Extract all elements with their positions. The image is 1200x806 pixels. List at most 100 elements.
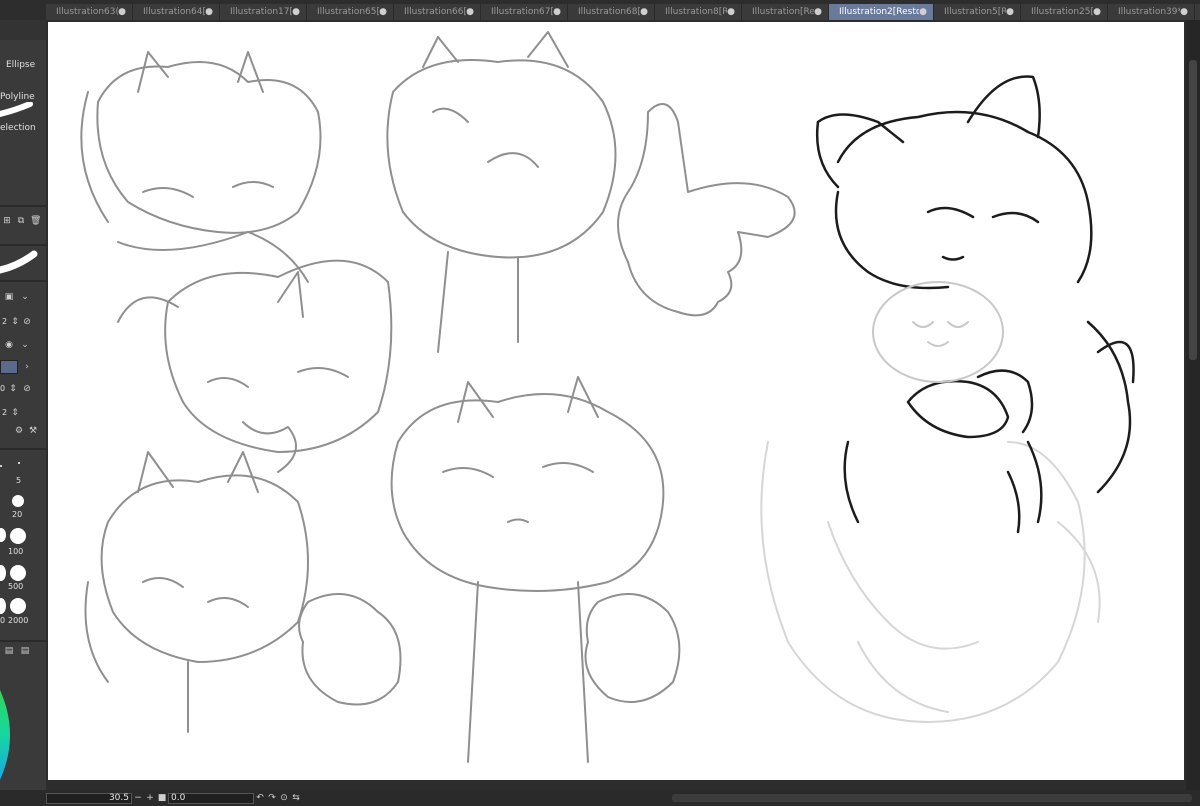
zoom-field[interactable]: 30.5 — [46, 792, 132, 804]
divider — [0, 640, 46, 642]
trash-icon[interactable]: 🗑 — [30, 216, 41, 226]
close-icon[interactable]: ● — [919, 4, 927, 20]
close-icon[interactable]: ● — [1006, 4, 1014, 20]
rotation-field[interactable]: 0.0 — [168, 792, 254, 804]
brush-icon — [0, 250, 38, 274]
settings-icon[interactable]: ⚙ — [14, 426, 24, 436]
brush-size-dot[interactable] — [10, 528, 26, 544]
tab-label: Illustration68[R — [578, 7, 640, 17]
tab-label: Illustration65[R — [317, 7, 379, 17]
tab-illustration67[interactable]: Illustration67[R● — [481, 4, 568, 20]
palette-icon[interactable]: ▤ — [20, 646, 30, 656]
tab-label: Illustration64[R — [143, 7, 205, 17]
scrollbar-thumb[interactable] — [1189, 60, 1197, 360]
brush-size-label: 500 — [8, 582, 24, 591]
close-icon[interactable]: ● — [292, 4, 300, 20]
brush-size-dot[interactable] — [0, 465, 2, 467]
tab-illustration39[interactable]: Illustration39* ● — [1108, 4, 1195, 20]
brush-size-label: 5 — [16, 476, 22, 485]
close-icon[interactable]: ● — [727, 4, 735, 20]
close-icon[interactable]: ● — [1180, 4, 1188, 20]
document-tab-bar: Illustration63(R● Illustration64[R● Illu… — [46, 4, 1200, 20]
brush-size-dot[interactable] — [0, 598, 6, 614]
divider — [0, 244, 46, 246]
close-icon[interactable]: ● — [379, 4, 387, 20]
close-icon[interactable]: ● — [1093, 4, 1101, 20]
color-wheel[interactable] — [0, 680, 20, 790]
divider — [0, 448, 46, 450]
tab-label: Illustration67[R — [491, 7, 553, 17]
color-swatch[interactable] — [0, 360, 18, 374]
brush-size-label: 100 — [8, 547, 24, 556]
tab-label: Illustration2[Restore]* — [839, 7, 919, 17]
status-bar: 30.5 − + ■ 0.0 ↶ ↷ ⊙ ⇆ — [0, 790, 1200, 806]
rotate-right-icon[interactable]: ↷ — [266, 793, 278, 803]
tool-property-panel: Ellipse Polyline election ⊞ ⧉ 🗑 ▣ ⌄ 2 ⇕ … — [0, 20, 46, 806]
blend-icon[interactable]: ▣ — [4, 292, 14, 302]
tab-illustration5[interactable]: Illustration5[Re ● — [934, 4, 1021, 20]
tab-label: Illustration5[Re — [944, 7, 1006, 17]
brush-size-dot[interactable] — [12, 495, 24, 507]
tab-illustration17[interactable]: Illustration17[R● — [220, 4, 307, 20]
close-icon[interactable]: ● — [205, 4, 213, 20]
brush-size-label: 0 — [0, 616, 6, 625]
tab-label: Illustration17[R — [230, 7, 292, 17]
palette-icon[interactable]: ▤ — [4, 646, 14, 656]
layer-icon[interactable]: ⊞ — [2, 216, 12, 226]
tool-selection[interactable]: election — [0, 123, 36, 133]
vertical-scrollbar[interactable] — [1186, 20, 1200, 790]
brush-size-dot[interactable] — [0, 528, 6, 542]
stepper-icon[interactable]: ⇕ — [8, 384, 18, 394]
brush-size-dot[interactable] — [0, 565, 6, 581]
zoom-out-icon[interactable]: − — [132, 793, 144, 803]
close-icon[interactable]: ● — [553, 4, 561, 20]
tab-illustration64[interactable]: Illustration64[R● — [133, 4, 220, 20]
tab-illustration68[interactable]: Illustration68[R● — [568, 4, 655, 20]
close-icon[interactable]: ● — [640, 4, 648, 20]
stepper-icon[interactable]: ⇕ — [10, 408, 20, 418]
tab-label: Illustration66[R — [404, 7, 466, 17]
tab-label: Illustration39* — [1118, 7, 1180, 17]
lock-icon[interactable]: ⊘ — [22, 317, 32, 327]
tab-illustration65[interactable]: Illustration65[R● — [307, 4, 394, 20]
property-value: 0 — [0, 384, 6, 393]
tool-ellipse[interactable]: Ellipse — [6, 60, 35, 70]
tab-illustration[interactable]: Illustration[Resto● — [742, 4, 829, 20]
wrench-icon[interactable]: ⚒ — [28, 426, 38, 436]
brush-size-dot[interactable] — [18, 462, 20, 464]
tab-illustration2-active[interactable]: Illustration2[Restore]*● — [829, 4, 934, 20]
divider — [0, 280, 46, 282]
tab-illustration8[interactable]: Illustration8[R ● — [655, 4, 742, 20]
chevron-down-icon[interactable]: ⌄ — [20, 292, 30, 302]
fit-icon[interactable]: ■ — [156, 793, 168, 803]
tool-polyline[interactable]: Polyline — [0, 92, 35, 102]
brush-size-dot[interactable] — [10, 565, 26, 581]
tab-illustration66[interactable]: Illustration66[R● — [394, 4, 481, 20]
zoom-in-icon[interactable]: + — [144, 793, 156, 803]
tab-label: Illustration[Resto — [752, 7, 814, 17]
close-icon[interactable]: ● — [466, 4, 474, 20]
chevron-down-icon[interactable]: ⌄ — [20, 340, 30, 350]
close-icon[interactable]: ● — [118, 4, 126, 20]
lock-icon[interactable]: ⊘ — [22, 384, 32, 394]
horizontal-scrollbar[interactable] — [672, 794, 1192, 802]
tab-label: Illustration25[R — [1031, 7, 1093, 17]
property-value: 2 — [2, 317, 8, 326]
property-value: 2 — [2, 408, 8, 417]
tab-label: Illustration63(R — [56, 7, 118, 17]
rotate-left-icon[interactable]: ↶ — [254, 793, 266, 803]
panel-header — [0, 20, 46, 40]
chevron-right-icon[interactable]: › — [22, 362, 32, 372]
flip-icon[interactable]: ⇆ — [290, 793, 302, 803]
stepper-icon[interactable]: ⇕ — [10, 317, 20, 327]
brush-size-dot[interactable] — [10, 598, 26, 614]
tab-illustration25[interactable]: Illustration25[R● — [1021, 4, 1108, 20]
copy-icon[interactable]: ⧉ — [16, 216, 26, 226]
drawing-canvas[interactable] — [48, 22, 1184, 780]
close-icon[interactable]: ● — [814, 4, 822, 20]
tab-illustration63[interactable]: Illustration63(R● — [46, 4, 133, 20]
brush-stroke-preview — [0, 102, 33, 117]
reset-rotation-icon[interactable]: ⊙ — [278, 793, 290, 803]
texture-icon[interactable]: ◉ — [4, 340, 14, 350]
canvas-area — [46, 20, 1200, 790]
